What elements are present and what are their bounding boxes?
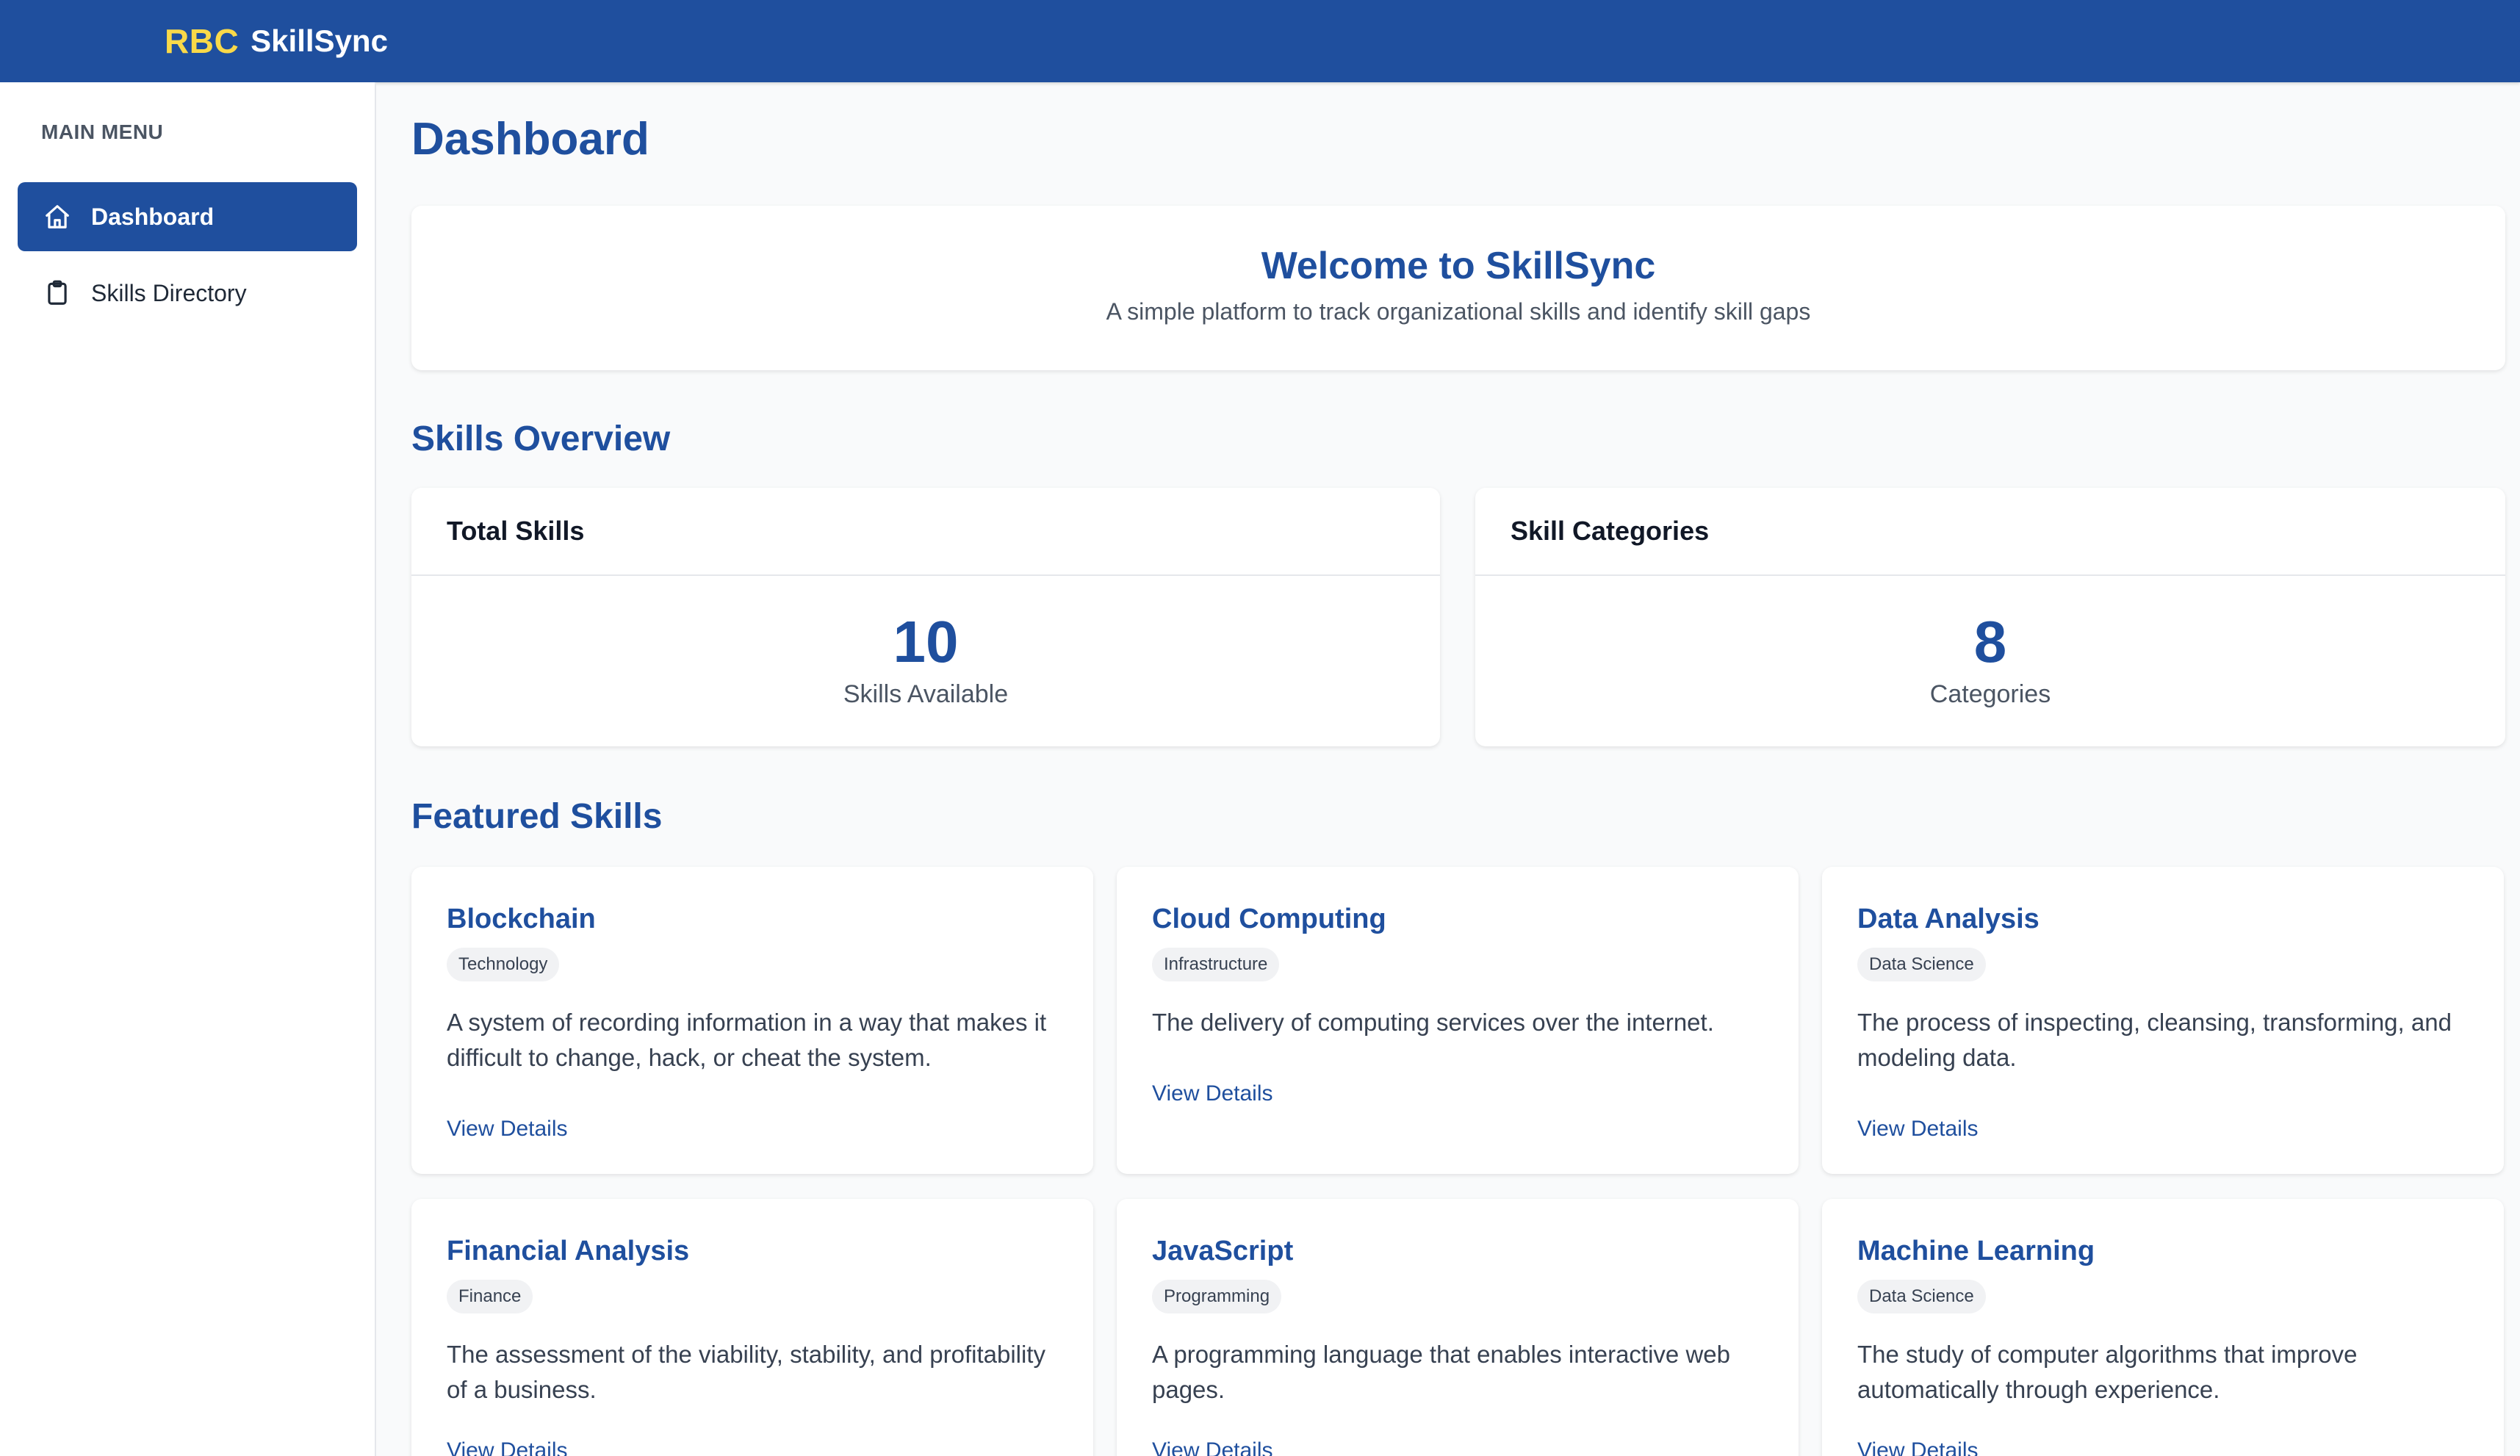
welcome-subtitle: A simple platform to track organizationa…	[1106, 298, 1811, 325]
brand-name: SkillSync	[251, 24, 388, 58]
category-badge: Programming	[1152, 1280, 1282, 1313]
stat-value: 10	[893, 609, 959, 674]
skill-card: Blockchain Technology A system of record…	[411, 867, 1093, 1174]
category-badge: Infrastructure	[1152, 948, 1280, 981]
view-details-link[interactable]: View Details	[447, 1438, 568, 1456]
brand-logo[interactable]: RBC SkillSync	[165, 21, 388, 62]
main-content: Dashboard Welcome to SkillSync A simple …	[378, 82, 2520, 1456]
skills-overview-heading: Skills Overview	[411, 419, 671, 458]
view-details-link[interactable]: View Details	[447, 1117, 568, 1142]
skill-name: JavaScript	[1152, 1236, 1294, 1266]
welcome-card: Welcome to SkillSync A simple platform t…	[411, 206, 2505, 370]
main-menu-heading: MAIN MENU	[41, 120, 164, 143]
total-skills-card: Total Skills 10 Skills Available	[411, 488, 1440, 746]
sidebar-item-skills-directory[interactable]: Skills Directory	[18, 259, 357, 328]
sidebar-item-label: Dashboard	[91, 203, 215, 230]
sidebar: MAIN MENU Dashboard Skills Directory	[0, 82, 376, 1456]
page-title: Dashboard	[411, 114, 649, 165]
view-details-link[interactable]: View Details	[1857, 1117, 1979, 1142]
skill-description: The process of inspecting, cleansing, tr…	[1857, 1009, 2452, 1071]
view-details-link[interactable]: View Details	[1857, 1438, 1979, 1456]
skill-card: Data Analysis Data Science The process o…	[1822, 867, 2504, 1174]
stat-value: 8	[1973, 609, 2007, 674]
skill-name: Blockchain	[447, 904, 596, 934]
top-header: RBC SkillSync	[0, 0, 2520, 82]
skill-name: Machine Learning	[1857, 1236, 2095, 1266]
category-badge: Data Science	[1857, 1280, 1986, 1313]
home-icon	[43, 202, 72, 231]
skill-description: The study of computer algorithms that im…	[1857, 1341, 2358, 1403]
skill-categories-card: Skill Categories 8 Categories	[1475, 488, 2505, 746]
category-badge: Finance	[447, 1280, 533, 1313]
skill-description: The assessment of the viability, stabili…	[447, 1341, 1045, 1403]
skill-description: A system of recording information in a w…	[447, 1009, 1047, 1071]
featured-skills-heading: Featured Skills	[411, 797, 663, 836]
stat-heading: Skill Categories	[1475, 488, 2505, 576]
clipboard-icon	[43, 278, 72, 308]
brand-prefix: RBC	[165, 22, 240, 60]
skill-card: JavaScript Programming A programming lan…	[1117, 1199, 1799, 1456]
category-badge: Technology	[447, 948, 560, 981]
view-details-link[interactable]: View Details	[1152, 1438, 1273, 1456]
view-details-link[interactable]: View Details	[1152, 1081, 1273, 1106]
skill-name: Financial Analysis	[447, 1236, 690, 1266]
skill-name: Data Analysis	[1857, 904, 2040, 934]
skill-description: A programming language that enables inte…	[1152, 1341, 1730, 1403]
stat-label: Categories	[1929, 680, 2051, 708]
skill-description: The delivery of computing services over …	[1152, 1009, 1714, 1036]
stat-heading: Total Skills	[411, 488, 1440, 576]
welcome-title: Welcome to SkillSync	[1261, 245, 1656, 287]
stat-label: Skills Available	[843, 680, 1009, 708]
category-badge: Data Science	[1857, 948, 1986, 981]
sidebar-item-dashboard[interactable]: Dashboard	[18, 182, 357, 251]
skill-card: Cloud Computing Infrastructure The deliv…	[1117, 867, 1799, 1174]
sidebar-item-label: Skills Directory	[91, 279, 247, 306]
skill-name: Cloud Computing	[1152, 904, 1386, 934]
skill-card: Financial Analysis Finance The assessmen…	[411, 1199, 1093, 1456]
skill-card: Machine Learning Data Science The study …	[1822, 1199, 2504, 1456]
